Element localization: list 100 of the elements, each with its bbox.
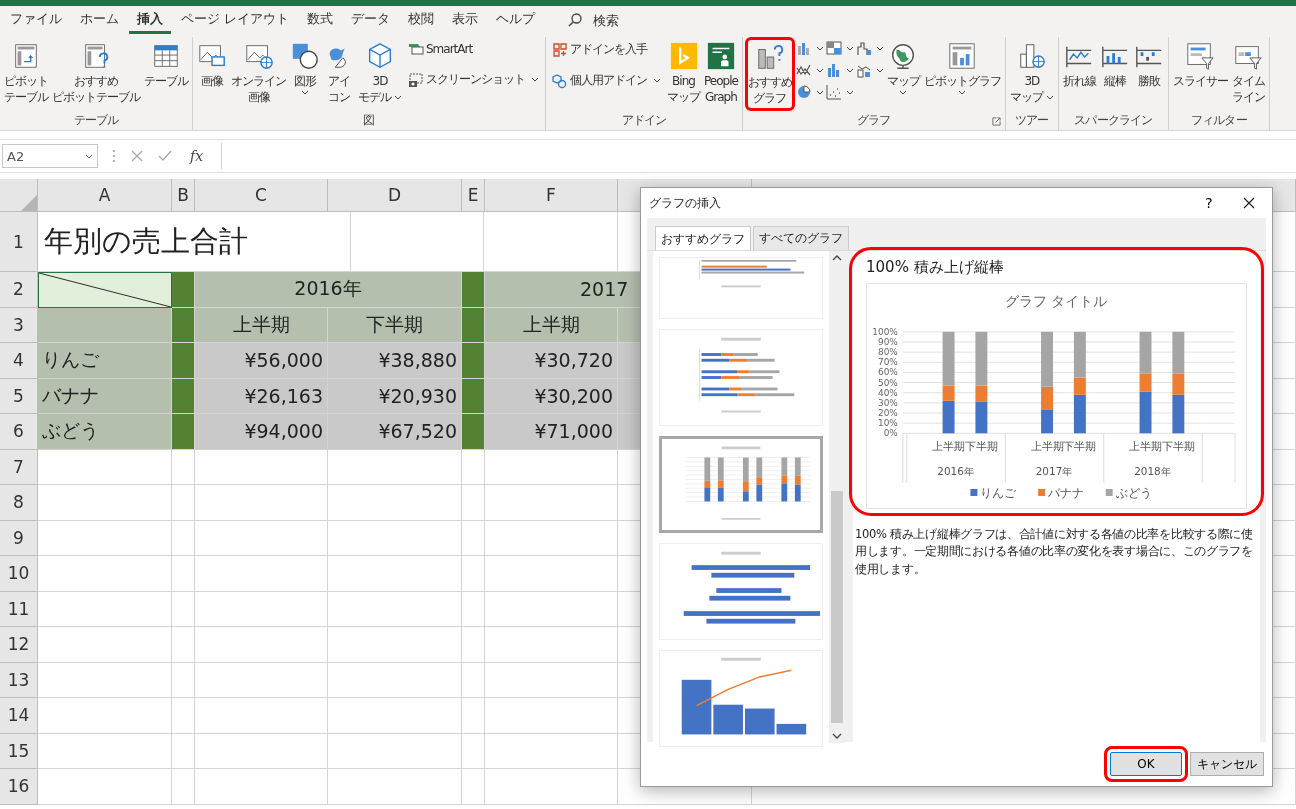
table-cell: ¥71,000 bbox=[485, 414, 618, 450]
ribbon-button[interactable]: 勝敗 bbox=[1131, 37, 1166, 94]
ribbon-tab[interactable]: ホーム bbox=[72, 6, 127, 34]
row-number[interactable]: 3 bbox=[0, 307, 38, 343]
chart-thumbnail[interactable] bbox=[659, 436, 823, 533]
row-number[interactable]: 6 bbox=[0, 414, 38, 450]
ribbon-button[interactable]: オンライン 画像 bbox=[229, 37, 288, 110]
axis-label: 2016年 bbox=[937, 465, 974, 478]
column-chart-icon bbox=[795, 40, 812, 56]
cancel-icon[interactable] bbox=[130, 149, 144, 163]
ribbon-button[interactable]: SmartArt bbox=[406, 39, 541, 59]
row-number[interactable]: 2 bbox=[0, 272, 38, 308]
caret-icon bbox=[531, 77, 539, 82]
row-number[interactable]: 1 bbox=[0, 212, 38, 272]
ribbon-button[interactable]: おすすめ グラフ bbox=[744, 37, 795, 112]
table-cell bbox=[172, 520, 195, 556]
chart-type-button[interactable] bbox=[824, 39, 855, 57]
screenshot-icon bbox=[408, 71, 424, 88]
ribbon-tab[interactable]: 数式 bbox=[299, 6, 342, 34]
row-number[interactable]: 10 bbox=[0, 556, 38, 592]
ribbon-button[interactable]: 3D マップ bbox=[1007, 37, 1056, 110]
table-cell bbox=[462, 378, 485, 414]
caret-icon bbox=[301, 89, 309, 95]
ribbon-button[interactable]: Bing マップ bbox=[665, 37, 702, 110]
column-header[interactable]: B bbox=[172, 179, 195, 212]
table-cell: ぶどう bbox=[38, 414, 172, 450]
scrollbar[interactable] bbox=[829, 251, 845, 743]
column-header[interactable]: D bbox=[328, 179, 462, 212]
table-cell: りんご bbox=[38, 343, 172, 379]
legend-label: ぶどう bbox=[1115, 485, 1152, 500]
scroll-up-icon[interactable] bbox=[832, 255, 842, 261]
ribbon-button[interactable]: スクリーンショット bbox=[406, 69, 541, 90]
dialog-launcher-icon[interactable] bbox=[991, 117, 1001, 127]
axis-label: 10% bbox=[877, 418, 898, 429]
table-cell bbox=[172, 449, 195, 485]
row-number[interactable]: 5 bbox=[0, 378, 38, 414]
table-cell: ¥94,000 bbox=[195, 414, 328, 450]
cancel-button[interactable]: キャンセル bbox=[1190, 752, 1264, 776]
row-number[interactable]: 12 bbox=[0, 627, 38, 663]
row-number[interactable]: 11 bbox=[0, 591, 38, 627]
row-number[interactable]: 15 bbox=[0, 733, 38, 769]
ribbon-button[interactable]: 個人用アドイン bbox=[550, 70, 663, 91]
ribbon-tab[interactable]: 校閲 bbox=[400, 6, 443, 34]
scroll-down-icon[interactable] bbox=[832, 733, 842, 739]
ribbon-button[interactable]: People Graph bbox=[702, 37, 740, 110]
row-number[interactable]: 8 bbox=[0, 485, 38, 521]
row-number[interactable]: 16 bbox=[0, 769, 38, 805]
table-cell bbox=[172, 662, 195, 698]
ribbon-button[interactable]: 図形 bbox=[288, 37, 322, 99]
table-cell bbox=[172, 627, 195, 663]
table-cell: ¥30,200 bbox=[485, 378, 618, 414]
group-label: グラフ bbox=[857, 112, 891, 130]
ribbon-button[interactable]: スライサー bbox=[1170, 37, 1230, 94]
row-number[interactable]: 14 bbox=[0, 698, 38, 734]
ribbon-tab[interactable]: ヘルプ bbox=[488, 6, 544, 34]
ribbon-button[interactable]: アイ コン bbox=[322, 37, 356, 110]
ribbon-tab[interactable]: データ bbox=[343, 6, 399, 34]
insert-function-button[interactable]: fx bbox=[186, 148, 208, 164]
ribbon-button[interactable]: ピボットグラフ bbox=[921, 37, 1003, 99]
ribbon-tab[interactable]: 表示 bbox=[444, 6, 487, 34]
drag-handle-icon[interactable] bbox=[112, 149, 116, 163]
ribbon-button[interactable]: アドインを入手 bbox=[550, 39, 663, 60]
legend-label: バナナ bbox=[1048, 485, 1085, 500]
ribbon-button[interactable]: おすすめ ピボットテーブル bbox=[50, 37, 142, 110]
ribbon-tab[interactable]: ページ レイアウト bbox=[173, 6, 298, 34]
column-header[interactable]: A bbox=[38, 179, 172, 212]
help-button[interactable]: ? bbox=[1192, 189, 1226, 217]
ribbon-button[interactable]: 画像 bbox=[195, 37, 229, 94]
column-header[interactable]: C bbox=[195, 179, 328, 212]
table-cell bbox=[462, 485, 485, 521]
ribbon-tab[interactable]: ファイル bbox=[2, 6, 70, 34]
table-cell bbox=[462, 449, 485, 485]
table-cell: ¥20,930 bbox=[328, 378, 462, 414]
ribbon-button[interactable]: ピボット テーブル bbox=[2, 37, 50, 110]
table-cell bbox=[462, 307, 485, 343]
row-number[interactable]: 9 bbox=[0, 520, 38, 556]
row-number[interactable]: 13 bbox=[0, 662, 38, 698]
selected-cell[interactable] bbox=[38, 272, 172, 308]
smartart-icon bbox=[408, 41, 424, 57]
dialog-tab[interactable]: すべてのグラフ bbox=[753, 226, 849, 250]
axis-label: 30% bbox=[877, 397, 898, 408]
chart-type-button[interactable] bbox=[854, 39, 885, 57]
ribbon-button[interactable]: タイム ライン bbox=[1229, 37, 1267, 110]
name-box[interactable]: A2 bbox=[2, 144, 98, 168]
table-cell bbox=[172, 591, 195, 627]
column-header[interactable]: F bbox=[485, 179, 618, 212]
ribbon-button[interactable]: 3D モデル bbox=[356, 37, 404, 110]
pivot-chart-icon bbox=[947, 41, 978, 71]
ribbon-button[interactable]: マップ bbox=[884, 37, 922, 99]
check-icon[interactable] bbox=[158, 149, 172, 163]
row-number[interactable]: 4 bbox=[0, 343, 38, 379]
dialog-tab[interactable]: おすすめグラフ bbox=[655, 226, 751, 250]
column-header[interactable]: E bbox=[462, 179, 485, 212]
row-number[interactable]: 7 bbox=[0, 449, 38, 485]
ribbon-button[interactable]: 縦棒 bbox=[1097, 37, 1132, 94]
ribbon-button[interactable]: テーブル bbox=[142, 37, 190, 94]
chart-type-button[interactable] bbox=[824, 83, 855, 101]
caret-icon bbox=[875, 45, 884, 51]
ribbon-button[interactable]: 折れ線 bbox=[1060, 37, 1098, 94]
search-field[interactable]: 検索 bbox=[591, 11, 656, 29]
